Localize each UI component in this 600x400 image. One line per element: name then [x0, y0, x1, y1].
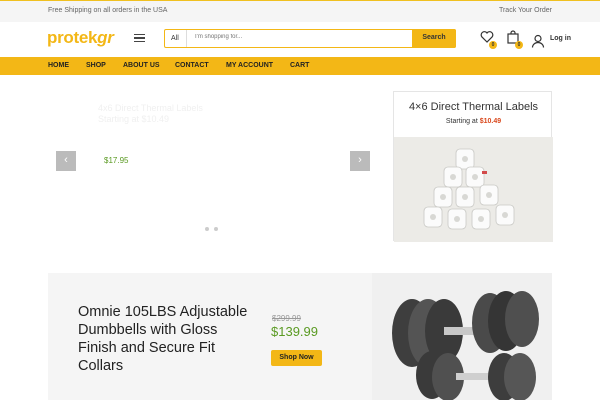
hero-price: $17.95 [104, 156, 129, 165]
banner-old-price: $299.99 [272, 314, 301, 323]
feature-banner: Omnie 105LBS Adjustable Dumbbells with G… [48, 273, 552, 400]
nav-item-shop[interactable]: SHOP [86, 62, 106, 69]
hero-slider: 4x6 Direct Thermal Labels Starting at $1… [48, 90, 383, 240]
nav-item-my-account[interactable]: MY ACCOUNT [226, 62, 273, 69]
cart-count-badge: 0 [515, 41, 523, 49]
login-link[interactable]: Log in [550, 35, 571, 42]
search-bar: All Search [164, 29, 456, 48]
wishlist-button[interactable]: 0 [480, 30, 497, 49]
nav-item-cart[interactable]: CART [290, 62, 309, 69]
track-order-link[interactable]: Track Your Order [499, 7, 552, 14]
nav-item-home[interactable]: HOME [48, 62, 69, 69]
hero-slide-caption: 4x6 Direct Thermal Labels Starting at $1… [98, 103, 203, 124]
slider-next-button[interactable]: › [350, 151, 370, 171]
site-header: protekgr All Search 0 0 Log in [0, 22, 600, 57]
top-bar: Free Shipping on all orders in the USA T… [0, 0, 600, 22]
promo-subtitle: Starting at $10.49 [445, 118, 502, 125]
banner-new-price: $139.99 [271, 324, 318, 339]
dumbbells-image [372, 273, 552, 400]
promo-title: 4×6 Direct Thermal Labels [408, 101, 539, 113]
user-icon[interactable] [531, 34, 545, 48]
label-rolls-image [394, 137, 553, 242]
slider-dot[interactable] [214, 227, 218, 231]
slider-prev-button[interactable]: ‹ [56, 151, 76, 171]
slider-dot[interactable] [205, 227, 209, 231]
search-input[interactable] [195, 34, 365, 40]
shop-now-button[interactable]: Shop Now [271, 350, 322, 366]
cart-button[interactable]: 0 [506, 30, 523, 49]
search-button[interactable]: Search [412, 29, 456, 48]
wishlist-count-badge: 0 [489, 41, 497, 49]
search-category-select[interactable]: All [165, 30, 187, 47]
banner-product-title: Omnie 105LBS Adjustable Dumbbells with G… [78, 304, 248, 374]
shipping-notice: Free Shipping on all orders in the USA [48, 7, 168, 14]
nav-item-about-us[interactable]: ABOUT US [123, 62, 160, 69]
menu-icon[interactable] [134, 34, 145, 42]
nav-item-contact[interactable]: CONTACT [175, 62, 209, 69]
main-nav: HOME SHOP ABOUT US CONTACT MY ACCOUNT CA… [0, 57, 600, 75]
slider-dots [205, 218, 223, 236]
site-logo[interactable]: protekgr [47, 28, 114, 48]
promo-card[interactable]: 4×6 Direct Thermal Labels Starting at $1… [393, 91, 553, 242]
